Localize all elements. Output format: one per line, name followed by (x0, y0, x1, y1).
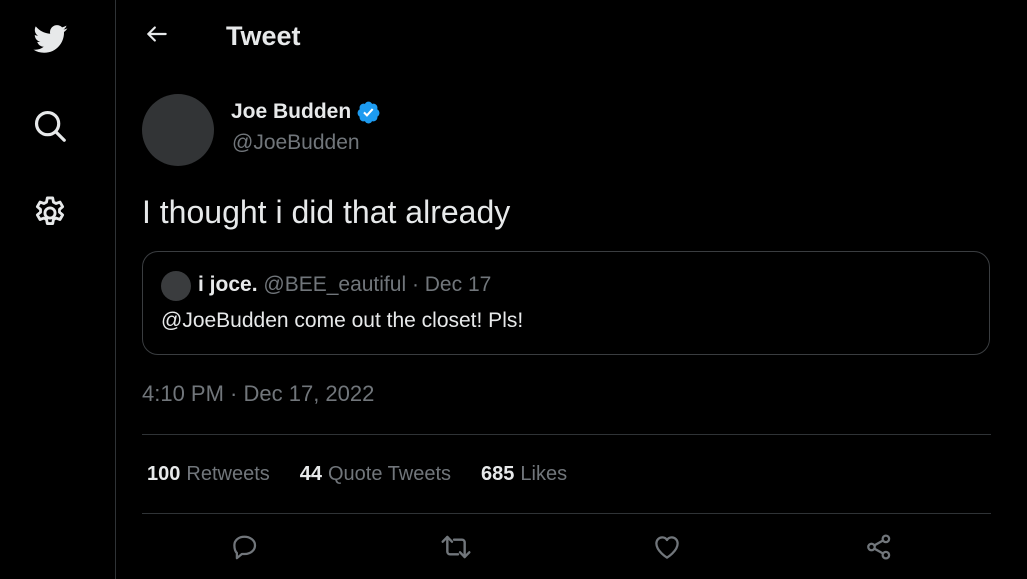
side-navigation (0, 0, 116, 579)
back-button[interactable] (137, 16, 177, 56)
search-icon[interactable] (25, 101, 75, 151)
page-title: Tweet (226, 21, 301, 51)
tweet-timestamp[interactable]: 4:10 PM · Dec 17, 2022 (142, 380, 374, 408)
reply-icon (230, 532, 260, 567)
divider (142, 513, 991, 514)
likes-stat[interactable]: 685 Likes (481, 461, 567, 487)
like-button[interactable] (646, 528, 688, 570)
retweet-button[interactable] (435, 528, 477, 570)
quoted-tweet-header: i joce. @BEE_eautiful · Dec 17 (198, 272, 491, 298)
author-handle[interactable]: @JoeBudden (232, 130, 360, 156)
quote-tweets-label: Quote Tweets (328, 463, 452, 485)
quote-tweets-count: 44 (299, 463, 322, 485)
retweet-icon (440, 531, 472, 568)
reply-button[interactable] (224, 528, 266, 570)
author-name[interactable]: Joe Budden (231, 99, 381, 125)
quoted-tweet-text: @JoeBudden come out the closet! Pls! (161, 309, 524, 332)
quoted-author-avatar (161, 271, 191, 301)
tweet-stats: 100 Retweets 44 Quote Tweets 685 Likes (147, 461, 567, 487)
like-icon (652, 532, 682, 567)
author-name-text: Joe Budden (231, 100, 352, 123)
verified-badge-icon (356, 100, 381, 125)
tweet-text: I thought i did that already (142, 194, 511, 230)
quoted-tweet-card[interactable]: i joce. @BEE_eautiful · Dec 17 @JoeBudde… (142, 251, 990, 355)
retweets-stat[interactable]: 100 Retweets (147, 461, 270, 487)
quoted-author-meta: @BEE_eautiful · Dec 17 (263, 273, 492, 296)
author-avatar[interactable] (142, 94, 214, 166)
tweet-detail-column: Tweet Joe Budden @JoeBudden I thought i … (117, 0, 1027, 579)
retweets-count: 100 (147, 463, 181, 485)
quote-tweets-stat[interactable]: 44 Quote Tweets (300, 461, 451, 487)
settings-gear-icon[interactable] (25, 188, 75, 238)
divider (142, 434, 991, 435)
quoted-author-name: i joce. (198, 273, 258, 296)
likes-label: Likes (520, 463, 568, 485)
likes-count: 685 (481, 463, 515, 485)
twitter-bird-icon[interactable] (25, 14, 75, 64)
arrow-left-icon (144, 21, 170, 52)
share-icon (864, 532, 894, 567)
share-button[interactable] (858, 528, 900, 570)
retweets-label: Retweets (186, 463, 270, 485)
tweet-actions-bar (142, 528, 991, 570)
